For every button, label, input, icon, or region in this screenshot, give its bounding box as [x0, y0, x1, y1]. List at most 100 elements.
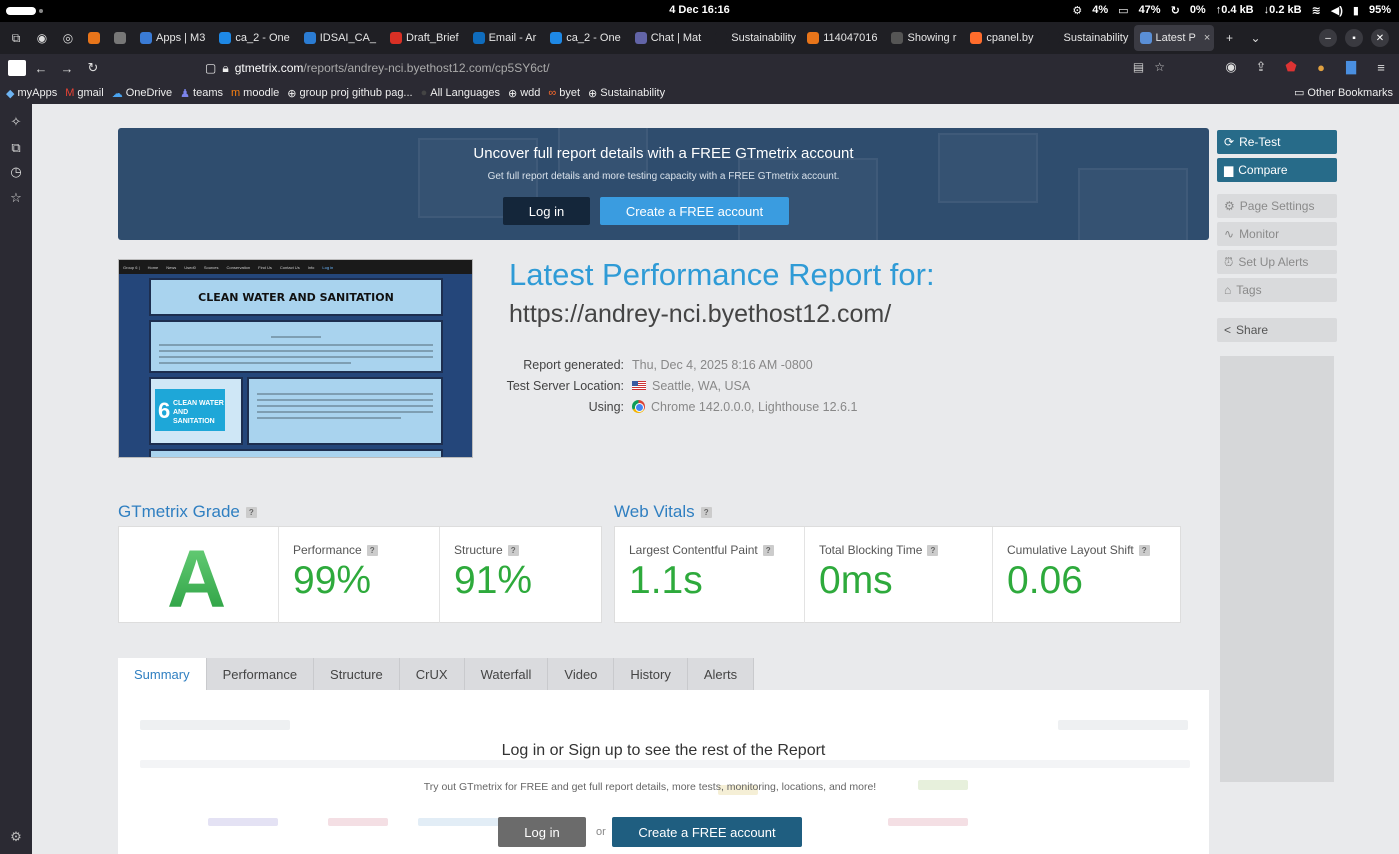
- tab-favicon-icon: [1139, 32, 1152, 44]
- browser-tab[interactable]: ca_2 - One: [544, 25, 626, 51]
- gate-login-button[interactable]: Log in: [498, 817, 586, 847]
- browser-tab[interactable]: Sustainability: [709, 25, 799, 51]
- shield-icon[interactable]: ▢: [205, 61, 216, 75]
- compare-icon: ▆: [1224, 163, 1234, 177]
- browser-tab[interactable]: [82, 25, 106, 51]
- battery-icon[interactable]: ▮: [1353, 4, 1359, 17]
- tab-history[interactable]: History: [614, 658, 688, 690]
- bookmark-gmail[interactable]: Mgmail: [65, 87, 103, 99]
- browser-tab[interactable]: 114047016: [801, 25, 883, 51]
- tab-performance[interactable]: Performance: [206, 658, 315, 690]
- url-path: /reports/andrey-nci.byethost12.com/cp5SY…: [303, 61, 550, 75]
- reader-mode-icon[interactable]: ▤: [1133, 60, 1144, 74]
- set-up-alerts-button[interactable]: ⏰︎ Set Up Alerts: [1217, 250, 1337, 274]
- sidebar-toggle-icon[interactable]: [8, 60, 26, 76]
- document-extension-icon[interactable]: ▇: [1343, 59, 1359, 75]
- bookmark-wdd[interactable]: ⊕ wdd: [508, 87, 540, 100]
- bookmark-moodle[interactable]: m moodle: [231, 87, 279, 99]
- tab-crux[interactable]: CrUX: [399, 658, 465, 690]
- share-button[interactable]: < Share: [1217, 318, 1337, 342]
- menu-icon[interactable]: ≡: [1373, 59, 1389, 75]
- synced-tabs-icon[interactable]: ⧉: [8, 140, 24, 156]
- back-icon[interactable]: ←: [30, 57, 52, 79]
- banner-login-button[interactable]: Log in: [503, 197, 590, 225]
- tab-video[interactable]: Video: [548, 658, 615, 690]
- lock-icon[interactable]: 🔒︎: [222, 61, 228, 76]
- retest-button[interactable]: ⟳ Re-Test: [1217, 130, 1337, 154]
- tab-alerts[interactable]: Alerts: [687, 658, 755, 690]
- performance-value: 99%: [293, 559, 372, 602]
- bookmark-github[interactable]: ⊕ group proj github pag...: [287, 87, 412, 100]
- browser-tab[interactable]: Sustainability: [1042, 25, 1132, 51]
- page-settings-button[interactable]: ⚙ Page Settings: [1217, 194, 1337, 218]
- volume-icon[interactable]: ◀): [1331, 4, 1343, 17]
- tab-summary[interactable]: Summary: [118, 658, 207, 690]
- bookmark-teams[interactable]: ♟ teams: [180, 87, 223, 100]
- wifi-icon[interactable]: ≋: [1312, 4, 1321, 17]
- system-tray[interactable]: ⚙ 4% ▭ 47% ↻ 0% ↑0.4 kB ↓0.2 kB ≋ ◀) ▮ 95%: [1072, 4, 1391, 17]
- grade-letter-cell: A: [119, 527, 279, 625]
- tab-label: Showing r: [907, 32, 957, 44]
- help-icon[interactable]: ?: [762, 544, 774, 556]
- monitor-button[interactable]: ∿ Monitor: [1217, 222, 1337, 246]
- gate-create-account-button[interactable]: Create a FREE account: [612, 817, 802, 847]
- account-icon[interactable]: ◉: [1223, 59, 1239, 75]
- github-icon[interactable]: ◎: [58, 28, 78, 48]
- tab-overview-icon[interactable]: ⧉: [6, 28, 26, 48]
- tags-button[interactable]: ⌂ Tags: [1217, 278, 1337, 302]
- bookmark-onedrive[interactable]: ☁ OneDrive: [112, 87, 172, 100]
- banner-create-account-button[interactable]: Create a FREE account: [600, 197, 789, 225]
- tab-list-chevron-icon[interactable]: ⌄: [1246, 28, 1266, 48]
- reload-icon[interactable]: ↻: [82, 57, 104, 79]
- help-icon[interactable]: ?: [366, 544, 378, 556]
- web-page: Uncover full report details with a FREE …: [32, 104, 1399, 854]
- browser-tab[interactable]: Email - Ar: [467, 25, 543, 51]
- compare-button[interactable]: ▆ Compare: [1217, 158, 1337, 182]
- cls-value: 0.06: [1007, 559, 1083, 602]
- forward-icon[interactable]: →: [56, 57, 78, 79]
- browser-tab[interactable]: cpanel.by: [964, 25, 1039, 51]
- browser-tab[interactable]: Draft_Brief: [384, 25, 465, 51]
- help-icon[interactable]: ?: [927, 544, 939, 556]
- bookmark-all-languages[interactable]: ● All Languages: [421, 87, 500, 99]
- browser-tab[interactable]: [108, 25, 132, 51]
- help-icon[interactable]: ?: [507, 544, 519, 556]
- bookmarks-icon[interactable]: ☆: [8, 190, 24, 206]
- extension-icon[interactable]: ●: [1313, 59, 1329, 75]
- help-icon[interactable]: ?: [245, 506, 257, 518]
- close-window-icon[interactable]: ✕: [1371, 29, 1389, 47]
- ublock-icon[interactable]: ⬟: [1283, 59, 1299, 75]
- url-bar[interactable]: ▢ 🔒︎ gtmetrix.com/reports/andrey-nci.bye…: [205, 57, 1165, 79]
- bookmark-myapps[interactable]: ◆ myApps: [6, 87, 57, 100]
- tab-close-icon[interactable]: ×: [1204, 32, 1210, 44]
- ai-chat-icon[interactable]: ✧: [8, 114, 24, 130]
- tab-waterfall[interactable]: Waterfall: [464, 658, 549, 690]
- site-screenshot-thumbnail[interactable]: Group 6 | Home News Used0 Sources Conser…: [118, 259, 473, 458]
- sidebar-ad-placeholder: [1220, 356, 1334, 782]
- browser-tab[interactable]: Apps | M3: [134, 25, 211, 51]
- browser-tab[interactable]: ca_2 - One: [213, 25, 295, 51]
- byet-icon: ∞: [548, 87, 557, 99]
- share-page-icon[interactable]: ⇪: [1253, 59, 1269, 75]
- sidebar-settings-gear-icon[interactable]: ⚙: [8, 829, 24, 845]
- memory-usage: 47%: [1138, 4, 1161, 16]
- browser-logo-icon[interactable]: ◉: [32, 28, 52, 48]
- tab-label: Draft_Brief: [406, 32, 459, 44]
- maximize-icon[interactable]: ▪: [1345, 29, 1363, 47]
- bookmark-sustainability[interactable]: ⊕ Sustainability: [588, 87, 665, 100]
- bookmark-star-icon[interactable]: ☆: [1154, 60, 1165, 74]
- bookmark-byet[interactable]: ∞ byet: [548, 87, 580, 99]
- tab-structure[interactable]: Structure: [314, 658, 400, 690]
- help-icon[interactable]: ?: [700, 506, 712, 518]
- browser-tab[interactable]: IDSAI_CA_: [298, 25, 382, 51]
- minimize-icon[interactable]: –: [1319, 29, 1337, 47]
- browser-tab[interactable]: Latest P ×: [1133, 25, 1214, 51]
- other-bookmarks[interactable]: ▭ Other Bookmarks: [1294, 86, 1393, 100]
- new-tab-icon[interactable]: +: [1220, 28, 1240, 48]
- history-icon[interactable]: ◷: [8, 164, 24, 180]
- help-icon[interactable]: ?: [1138, 544, 1150, 556]
- browser-tab[interactable]: Showing r: [885, 25, 962, 51]
- tab-label: 114047016: [823, 32, 878, 44]
- browser-tab[interactable]: Chat | Mat: [629, 25, 708, 51]
- lcp-cell: Largest Contentful Paint? 1.1s: [615, 527, 805, 623]
